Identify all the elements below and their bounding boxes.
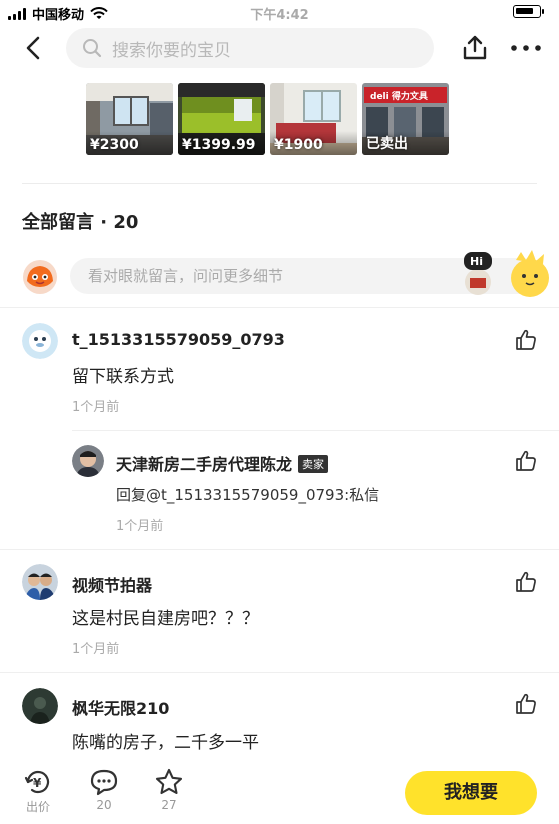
more-options-icon[interactable] xyxy=(509,34,543,62)
favorite-button[interactable]: 27 xyxy=(151,768,187,812)
shop-sign-text: deli 得力文具 xyxy=(370,90,428,102)
clock: 下午4:42 xyxy=(250,8,309,23)
reply-text: 回复@t_1513315579059_0793:私信 xyxy=(116,486,380,504)
related-items: ¥2300 ¥1399.99 ¥1900 deli 得力文具 已卖出 xyxy=(86,83,449,155)
search-icon xyxy=(83,39,102,58)
search-placeholder: 搜索你要的宝贝 xyxy=(112,40,231,61)
yuan-symbol: ¥ xyxy=(33,776,42,790)
mascot-hi-text: Hi xyxy=(470,255,483,268)
share-icon[interactable] xyxy=(461,34,489,62)
commenter-name[interactable]: 枫华无限210 xyxy=(72,695,169,719)
battery-icon xyxy=(513,5,544,18)
row-divider xyxy=(0,672,559,673)
row-divider xyxy=(72,430,559,431)
item-price: ¥1900 xyxy=(274,137,323,153)
comments-count: 20 xyxy=(96,798,112,812)
status-bar: 中国移动 下午4:42 xyxy=(0,0,559,24)
related-item-thumbnail[interactable]: deli 得力文具 已卖出 xyxy=(362,83,449,155)
bid-button[interactable]: ¥ 出价 xyxy=(20,768,56,815)
star-icon xyxy=(155,768,183,795)
comment-text: 留下联系方式 xyxy=(72,367,174,387)
comment-time: 1个月前 xyxy=(72,642,120,657)
related-item-thumbnail[interactable]: ¥1399.99 xyxy=(178,83,265,155)
row-divider xyxy=(0,549,559,550)
item-status: 已卖出 xyxy=(366,136,408,152)
comment-compose: 看对眼就留言，问问更多细节 Hi xyxy=(22,250,549,297)
comment-text: 这是村民自建房吧？？？ xyxy=(72,609,259,629)
want-button[interactable]: 我想要 xyxy=(405,771,537,815)
seller-badge: 卖家 xyxy=(298,455,329,473)
like-icon[interactable] xyxy=(514,570,538,594)
back-arrow-icon[interactable] xyxy=(20,34,48,62)
bid-label: 出价 xyxy=(25,800,50,814)
user-avatar-icon xyxy=(23,260,57,294)
comments-title: 全部留言 · 20 xyxy=(22,212,139,233)
row-divider xyxy=(0,307,559,308)
comments-button[interactable]: 20 xyxy=(86,768,122,812)
item-price: ¥2300 xyxy=(90,137,139,153)
item-price: ¥1399.99 xyxy=(182,137,256,153)
avatar[interactable] xyxy=(22,688,58,724)
comment-time: 1个月前 xyxy=(72,400,120,415)
commenter-name[interactable]: t_1513315579059_0793 xyxy=(72,330,285,349)
related-item-thumbnail[interactable]: ¥1900 xyxy=(270,83,357,155)
comment-bubble-icon xyxy=(90,769,118,796)
favorites-count: 27 xyxy=(161,798,177,812)
mascot-sticker-icon: Hi xyxy=(464,250,549,297)
avatar[interactable] xyxy=(22,323,58,359)
avatar[interactable] xyxy=(72,445,104,477)
bid-price-icon: ¥ xyxy=(24,770,50,794)
comment-text: 陈嘴的房子，二千多一平 xyxy=(72,733,259,753)
comment-time: 1个月前 xyxy=(116,519,164,534)
like-icon[interactable] xyxy=(514,328,538,352)
commenter-name[interactable]: 天津新房二手房代理陈龙 卖家 xyxy=(116,451,329,475)
bottom-action-bar: ¥ 出价 20 27 我想要 xyxy=(0,760,559,824)
seller-name: 天津新房二手房代理陈龙 xyxy=(116,455,293,474)
avatar[interactable] xyxy=(22,564,58,600)
search-input[interactable]: 搜索你要的宝贝 xyxy=(66,28,434,68)
related-item-thumbnail[interactable]: ¥2300 xyxy=(86,83,173,155)
like-icon[interactable] xyxy=(514,449,538,473)
section-divider xyxy=(22,183,537,184)
like-icon[interactable] xyxy=(514,692,538,716)
nav-bar: 搜索你要的宝贝 xyxy=(0,26,559,70)
commenter-name[interactable]: 视频节拍器 xyxy=(72,572,152,596)
